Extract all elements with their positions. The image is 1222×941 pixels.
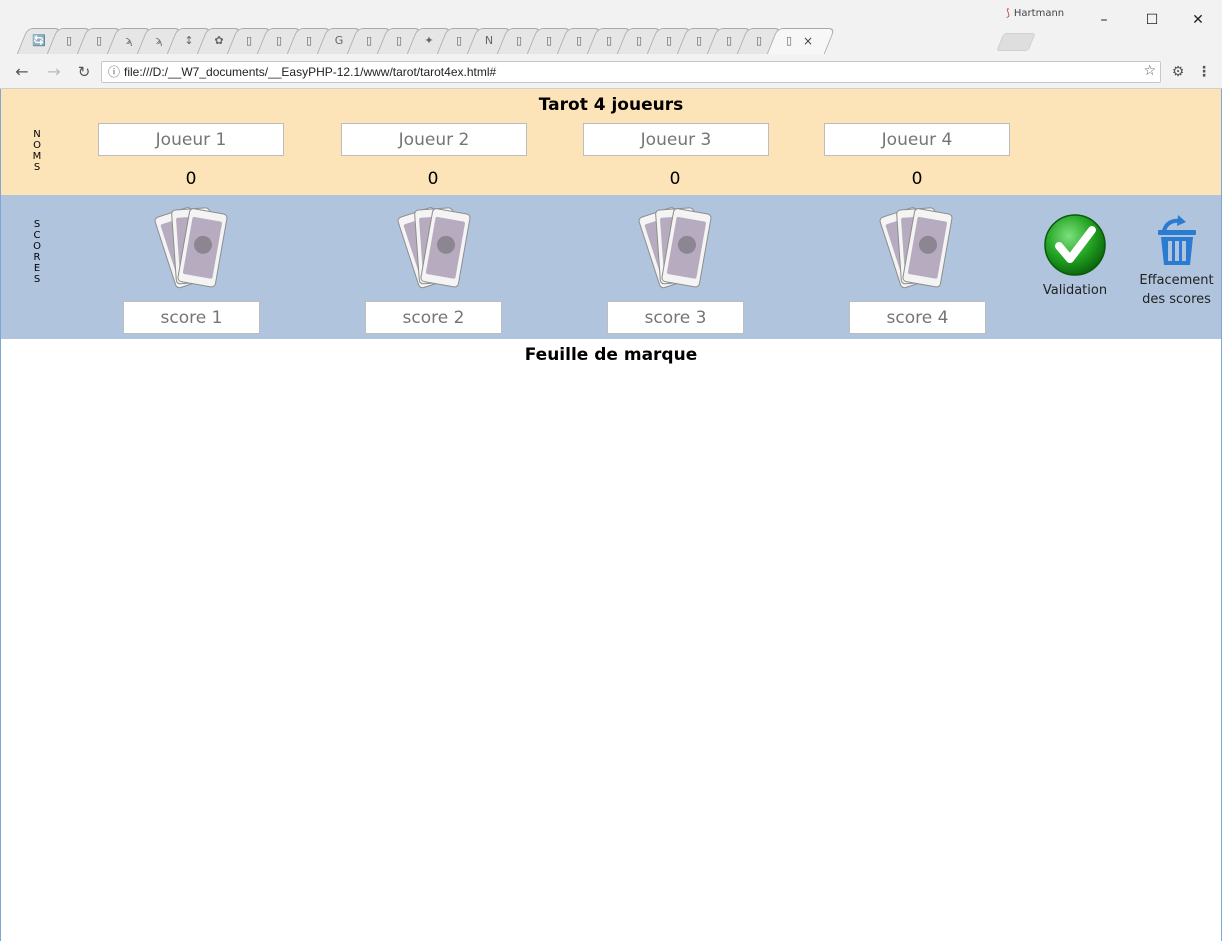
tab-favicon-icon: ▯ — [515, 34, 523, 47]
profile-button[interactable]: ⟆ Hartmann — [1006, 8, 1064, 19]
reload-button[interactable]: ↻ — [74, 62, 94, 82]
close-window-button[interactable]: ✕ — [1188, 10, 1208, 30]
player-1-name-input[interactable] — [98, 123, 284, 156]
tab-favicon-icon: ▯ — [365, 34, 373, 47]
player-2-cards-button[interactable] — [394, 201, 474, 297]
score-sheet-title: Feuille de marque — [524, 345, 698, 365]
tab-favicon-icon: ▯ — [665, 34, 673, 47]
player-1-total: 0 — [185, 169, 197, 189]
browser-chrome: 🔄 ▯ ▯ ϡ ϡ ↕ ✿ ▯ ▯ ▯ G ▯ ▯ ✦ ▯ N ▯ ▯ ▯ ▯ ▯ ▯ ▯ ▯ ▯ ▯ × ⟆ Hartmann – … — [0, 0, 1222, 89]
page-title: Tarot 4 joueurs — [538, 95, 684, 115]
browser-tab[interactable]: ▯ × — [766, 28, 836, 54]
tab-favicon-icon: ▯ — [545, 34, 553, 47]
player-2-score-input[interactable] — [365, 301, 502, 334]
tab-favicon-icon: ▯ — [725, 34, 733, 47]
player-4-score-input[interactable] — [849, 301, 986, 334]
vertical-letter: S — [33, 274, 41, 285]
tab-favicon-icon: ▯ — [95, 34, 103, 47]
bookmark-star-icon[interactable]: ☆ — [1143, 63, 1156, 79]
player-4-total: 0 — [911, 169, 923, 189]
title-bar: 🔄 ▯ ▯ ϡ ϡ ↕ ✿ ▯ ▯ ▯ G ▯ ▯ ✦ ▯ N ▯ ▯ ▯ ▯ ▯ ▯ ▯ ▯ ▯ ▯ × ⟆ Hartmann – … — [0, 0, 1222, 58]
player-3-score-input[interactable] — [607, 301, 744, 334]
tab-favicon-icon: ▯ — [245, 34, 253, 47]
clear-label-line-1: Effacement — [1139, 273, 1214, 288]
tab-favicon-icon: ✿ — [214, 34, 224, 47]
browser-toolbar: ← → ↻ ⓘ file:///D:/__W7_documents/__Easy… — [0, 58, 1222, 88]
tab-favicon-icon: G — [334, 34, 344, 47]
names-section: Tarot 4 joueurs NOMS 0 0 0 0 — [1, 89, 1221, 195]
clear-scores-label: Effacement des scores — [1134, 271, 1219, 309]
forward-button[interactable]: → — [44, 62, 64, 82]
maximize-button[interactable]: ☐ — [1142, 10, 1162, 30]
vertical-letter: M — [32, 151, 42, 162]
tab-favicon-icon: ▯ — [455, 34, 463, 47]
validation-label: Validation — [1042, 283, 1108, 298]
tab-favicon-icon: ↕ — [184, 34, 194, 47]
tab-favicon-icon: ▯ — [755, 34, 763, 47]
tab-favicon-icon: ▯ — [785, 34, 793, 47]
menu-icon[interactable]: ⋮ — [1194, 62, 1214, 82]
vertical-letter: O — [33, 241, 41, 252]
tab-favicon-icon: ϡ — [125, 34, 133, 47]
address-bar[interactable]: ⓘ file:///D:/__W7_documents/__EasyPHP-12… — [101, 61, 1161, 83]
vertical-letter: N — [33, 129, 41, 140]
vertical-letter: O — [33, 140, 41, 151]
player-2-name-input[interactable] — [341, 123, 527, 156]
info-icon[interactable]: ⓘ — [108, 63, 120, 80]
tab-favicon-icon: ▯ — [65, 34, 73, 47]
checkmark-icon — [1044, 214, 1106, 276]
vertical-letter: S — [33, 219, 41, 230]
minimize-button[interactable]: – — [1094, 10, 1114, 30]
tab-favicon-icon: ▯ — [275, 34, 283, 47]
scores-section: SCORES Validation — [1, 195, 1221, 339]
clear-label-line-2: des scores — [1142, 292, 1211, 307]
profile-name: Hartmann — [1013, 8, 1065, 19]
tab-favicon-icon: ▯ — [635, 34, 643, 47]
tab-favicon-icon: 🔄 — [32, 34, 46, 47]
tab-favicon-icon: ▯ — [575, 34, 583, 47]
page-content: Tarot 4 joueurs NOMS 0 0 0 0 SCORES — [0, 89, 1222, 941]
names-vertical-label: NOMS — [29, 129, 45, 173]
player-3-cards-button[interactable] — [635, 201, 715, 297]
profile-icon: ⟆ — [1006, 8, 1010, 19]
url-text: file:///D:/__W7_documents/__EasyPHP-12.1… — [124, 65, 497, 79]
player-3-name-input[interactable] — [583, 123, 769, 156]
close-tab-icon[interactable]: × — [803, 34, 813, 48]
player-2-total: 0 — [427, 169, 439, 189]
tab-favicon-icon: ▯ — [695, 34, 703, 47]
player-4-cards-button[interactable] — [876, 201, 956, 297]
new-tab-button[interactable] — [996, 33, 1036, 51]
player-3-total: 0 — [669, 169, 681, 189]
validation-button[interactable]: Validation — [1035, 213, 1115, 307]
tab-strip: 🔄 ▯ ▯ ϡ ϡ ↕ ✿ ▯ ▯ ▯ G ▯ ▯ ✦ ▯ N ▯ ▯ ▯ ▯ ▯ ▯ ▯ ▯ ▯ ▯ × — [16, 28, 836, 54]
tab-favicon-icon: ▯ — [605, 34, 613, 47]
vertical-letter: R — [33, 252, 41, 263]
player-1-cards-button[interactable] — [151, 201, 231, 297]
trash-icon — [1158, 215, 1196, 265]
vertical-letter: C — [33, 230, 41, 241]
player-1-score-input[interactable] — [123, 301, 260, 334]
back-button[interactable]: ← — [12, 62, 32, 82]
tab-favicon-icon: ✦ — [424, 34, 434, 47]
score-sheet-area — [1, 371, 1221, 939]
tab-favicon-icon: ▯ — [395, 34, 403, 47]
extension-icon[interactable]: ⚙ — [1168, 62, 1188, 82]
tab-favicon-icon: ▯ — [305, 34, 313, 47]
tab-favicon-icon: N — [484, 34, 494, 47]
player-4-name-input[interactable] — [824, 123, 1010, 156]
vertical-letter: E — [33, 263, 41, 274]
tab-favicon-icon: ϡ — [155, 34, 163, 47]
vertical-letter: S — [33, 162, 41, 173]
scores-vertical-label: SCORES — [29, 219, 45, 285]
clear-scores-button[interactable]: Effacement des scores — [1134, 213, 1219, 313]
